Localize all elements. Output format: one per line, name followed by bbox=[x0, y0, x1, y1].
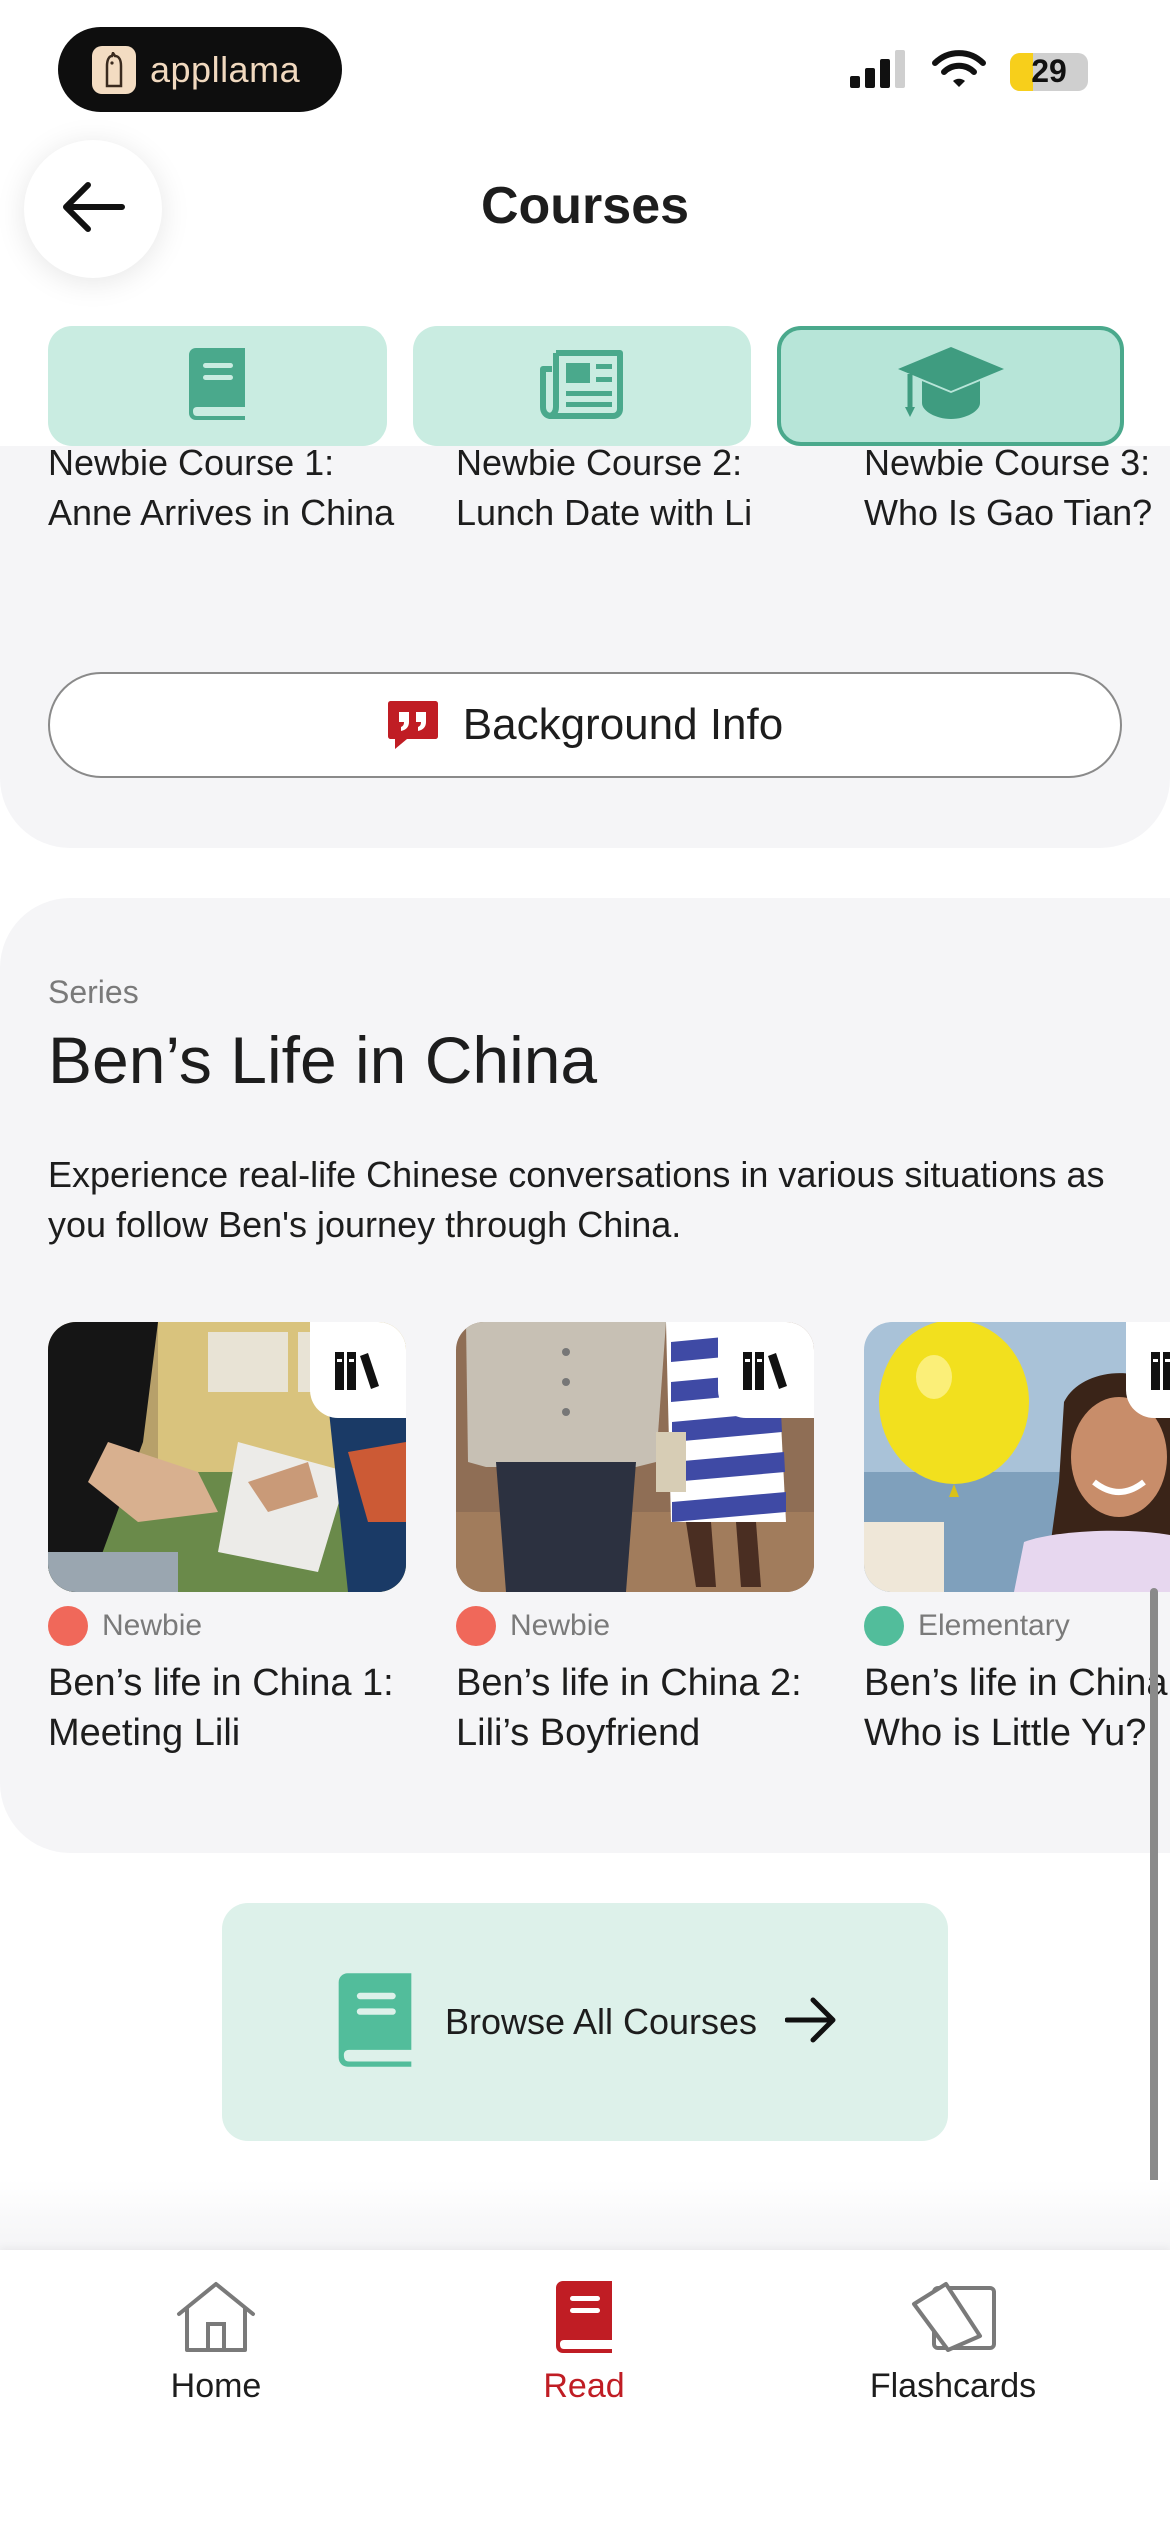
nav-read[interactable]: Read bbox=[434, 2280, 734, 2406]
wifi-icon bbox=[932, 50, 986, 93]
series-label: Series bbox=[48, 974, 139, 1010]
flashcards-icon bbox=[906, 2280, 1000, 2359]
newspaper-icon bbox=[540, 349, 624, 424]
bottom-fade bbox=[0, 2180, 1170, 2250]
signal-icon bbox=[850, 50, 908, 93]
page-title: Courses bbox=[480, 177, 690, 235]
arrow-right-icon bbox=[784, 1997, 837, 2048]
course-thumbnail bbox=[48, 1322, 406, 1592]
background-info-button[interactable]: Background Info bbox=[48, 672, 1122, 778]
series-card-newbie: Newbie Course 1: Anne Arrives in China N… bbox=[0, 446, 1170, 848]
level-dot bbox=[48, 1606, 88, 1646]
course-card[interactable]: Newbie Ben’s life in China 1: Meeting Li… bbox=[48, 1322, 406, 1758]
bottom-nav: Home Read Flashcards bbox=[0, 2250, 1170, 2532]
level-dot bbox=[456, 1606, 496, 1646]
course-thumbnail bbox=[456, 1322, 814, 1592]
library-icon bbox=[718, 1322, 814, 1418]
level-indicator: Newbie bbox=[456, 1606, 814, 1646]
course-title[interactable]: Newbie Course 2: Lunch Date with Li bbox=[456, 446, 812, 538]
content-type-tabs bbox=[48, 326, 1125, 446]
level-label: Elementary bbox=[918, 1609, 1070, 1642]
course-title: Ben’s life in China 3: Who is Little Yu? bbox=[864, 1662, 1168, 1754]
nav-home[interactable]: Home bbox=[66, 2280, 366, 2406]
graduation-cap-icon bbox=[896, 345, 1006, 428]
course-card[interactable]: Elementary Ben’s life in China 3: Who is… bbox=[864, 1322, 1170, 1758]
course-card[interactable]: Newbie Ben’s life in China 2: Lili’s Boy… bbox=[456, 1322, 814, 1758]
level-label: Newbie bbox=[102, 1609, 203, 1642]
brand-pill[interactable]: appllama bbox=[58, 27, 342, 112]
course-row: Newbie Course 1: Anne Arrives in China N… bbox=[48, 446, 1170, 538]
level-label: Newbie bbox=[510, 1609, 611, 1642]
series-title: Ben’s Life in China bbox=[48, 1023, 598, 1097]
battery-indicator: 29 bbox=[1010, 52, 1088, 91]
level-dot bbox=[864, 1606, 904, 1646]
nav-flashcards-label: Flashcards bbox=[869, 2367, 1037, 2405]
book-icon bbox=[185, 347, 249, 426]
series-card: Series Ben’s Life in China Experience re… bbox=[0, 898, 1170, 1853]
course-title[interactable]: Newbie Course 3: Who Is Gao Tian? bbox=[864, 446, 1170, 538]
background-info-label: Background Info bbox=[462, 700, 784, 749]
status-icons: 29 bbox=[850, 50, 1088, 93]
course-title: Ben’s life in China 1: Meeting Lili bbox=[48, 1662, 394, 1754]
course-title[interactable]: Newbie Course 1: Anne Arrives in China bbox=[48, 446, 404, 538]
status-bar: appllama 29 bbox=[0, 0, 1170, 140]
course-title: Ben’s life in China 2: Lili’s Boyfriend bbox=[456, 1662, 802, 1754]
level-indicator: Newbie bbox=[48, 1606, 406, 1646]
tab-books[interactable] bbox=[48, 326, 387, 446]
nav-read-label: Read bbox=[543, 2367, 625, 2405]
nav-flashcards[interactable]: Flashcards bbox=[803, 2280, 1103, 2406]
course-thumbnail bbox=[864, 1322, 1170, 1592]
book-icon bbox=[551, 2280, 617, 2359]
battery-level: 29 bbox=[1031, 53, 1067, 89]
library-icon bbox=[310, 1322, 406, 1418]
level-indicator: Elementary bbox=[864, 1606, 1170, 1646]
scrollbar[interactable] bbox=[1150, 1588, 1158, 2240]
course-row: Newbie Ben’s life in China 1: Meeting Li… bbox=[48, 1322, 1170, 1758]
tab-courses[interactable] bbox=[777, 326, 1125, 446]
series-description: Experience real-life Chinese conversatio… bbox=[48, 1154, 1105, 1245]
book-icon bbox=[333, 1972, 417, 2073]
llama-logo-icon bbox=[92, 45, 136, 94]
library-icon bbox=[1126, 1322, 1170, 1418]
quote-bubble-icon bbox=[387, 700, 439, 750]
browse-all-courses-button[interactable]: Browse All Courses bbox=[222, 1903, 948, 2141]
brand-name: appllama bbox=[150, 48, 301, 90]
tab-articles[interactable] bbox=[412, 326, 752, 446]
nav-home-label: Home bbox=[170, 2367, 262, 2405]
home-icon bbox=[175, 2280, 257, 2359]
browse-all-courses-label: Browse All Courses bbox=[444, 2001, 758, 2042]
